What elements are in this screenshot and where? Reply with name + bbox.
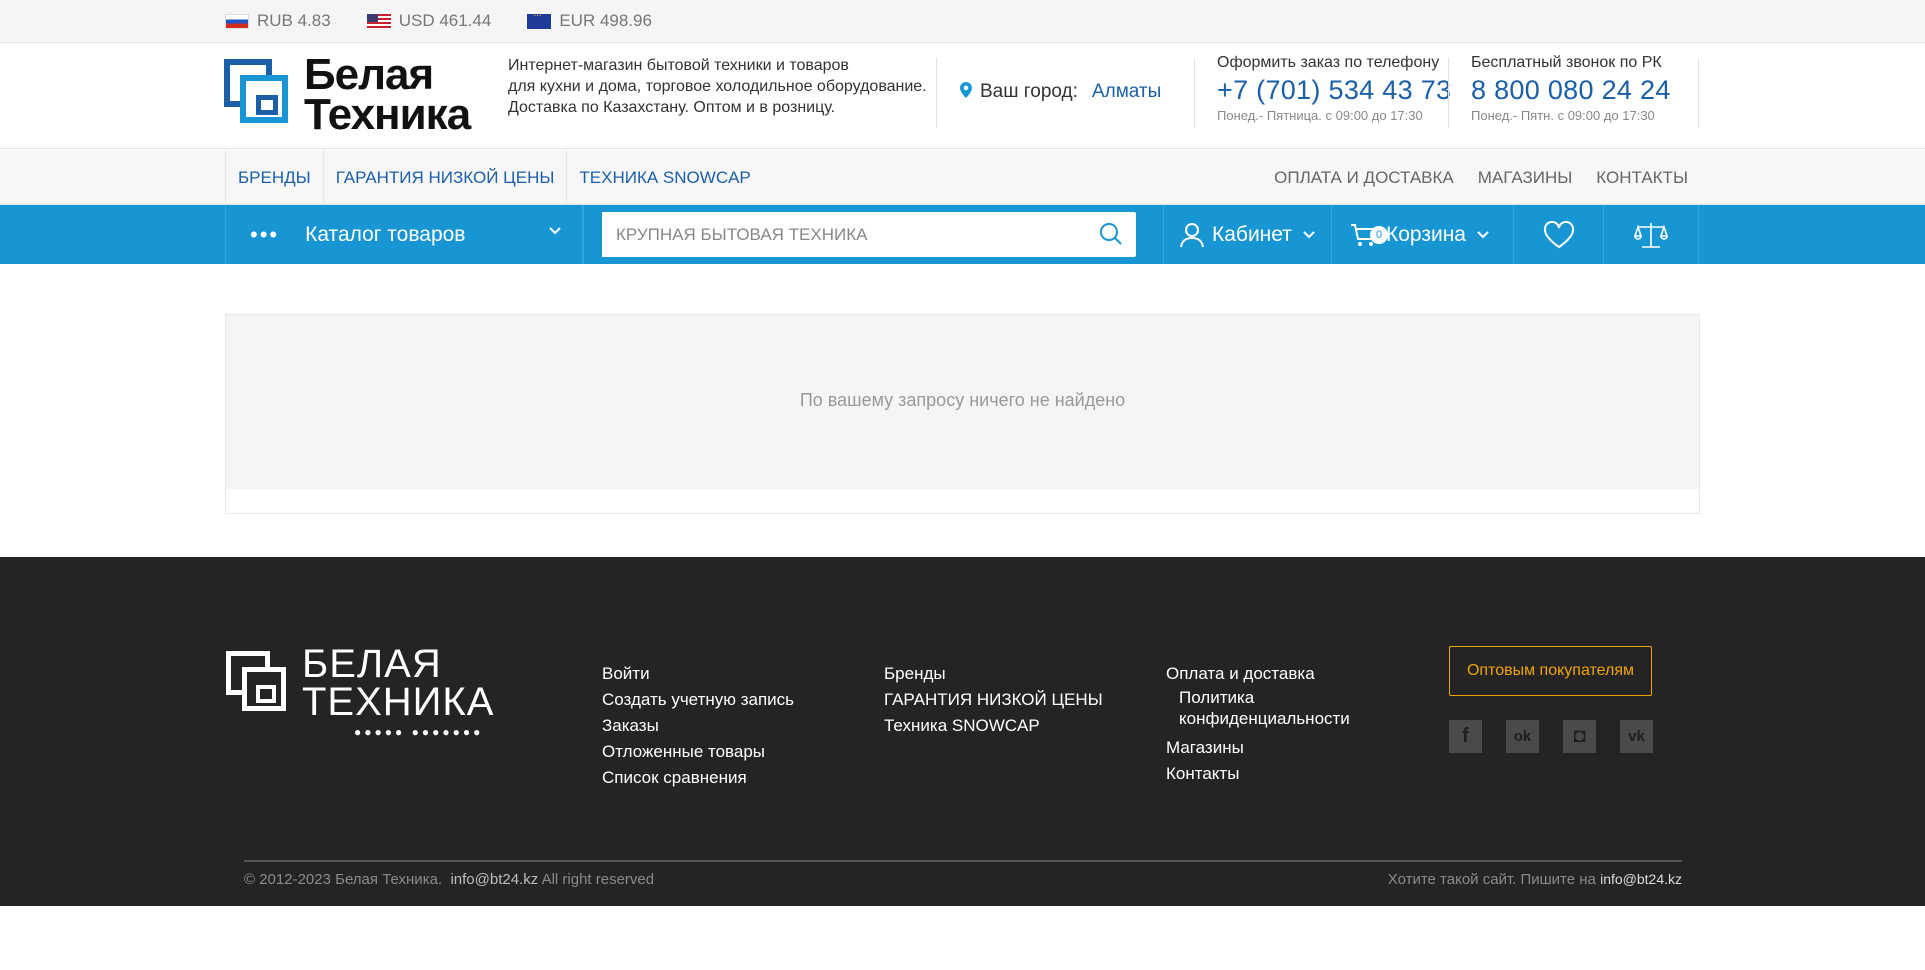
- nav-low-price-guarantee[interactable]: Гарантия низкой цены: [322, 150, 567, 205]
- site-footer: БЕЛАЯ ТЕХНИКА ●●●●● ●●●●●●● Войти Создат…: [0, 557, 1925, 906]
- wholesale-buyers-button[interactable]: Оптовым покупателям: [1449, 646, 1652, 696]
- location-pin-icon: [960, 81, 972, 103]
- developer-credit: Хотите такой сайт. Пишите на info@bt24.k…: [1387, 871, 1682, 888]
- chevron-down-icon: [1476, 228, 1490, 242]
- divider: [1698, 205, 1699, 264]
- russia-flag-icon: [225, 13, 249, 29]
- user-icon: [1180, 222, 1204, 248]
- social-links: f ok ◘ vk: [1449, 720, 1653, 753]
- cabinet-button[interactable]: Кабинет: [1180, 205, 1316, 264]
- divider: [1513, 205, 1514, 264]
- nav-contacts[interactable]: Контакты: [1584, 150, 1700, 205]
- logo-line-2: Техника: [304, 90, 471, 139]
- divider: [583, 205, 584, 264]
- nav-stores[interactable]: Магазины: [1466, 150, 1585, 205]
- scales-icon: [1634, 221, 1668, 249]
- free-phone-number[interactable]: 8 800 080 24 24: [1471, 75, 1671, 106]
- order-phone-label: Оформить заказ по телефону: [1217, 54, 1440, 71]
- facebook-icon[interactable]: f: [1449, 720, 1482, 753]
- instagram-icon[interactable]: ◘: [1563, 720, 1596, 753]
- page: RUB 4.83 USD 461.44 EUR 498.96 Белая Тех…: [0, 0, 1925, 970]
- favorites-button[interactable]: [1543, 205, 1575, 264]
- copyright-email[interactable]: info@bt24.kz: [450, 871, 538, 888]
- order-phone-hours: Понед.- Пятница. с 09:00 до 17:30: [1217, 108, 1423, 123]
- footer-divider: [244, 860, 1682, 862]
- site-logo[interactable]: Белая Техника: [224, 50, 476, 139]
- free-phone-label: Бесплатный звонок по РК: [1471, 54, 1662, 71]
- search-input[interactable]: [602, 212, 1072, 257]
- divider: [1603, 205, 1604, 264]
- footer-wishlist[interactable]: Отложенные товары: [602, 739, 794, 765]
- dots-menu-icon: •••: [250, 221, 280, 247]
- search-icon[interactable]: [1098, 221, 1124, 247]
- footer-payment-delivery[interactable]: Оплата и доставка: [1166, 661, 1350, 687]
- footer-catalog-links: Бренды ГАРАНТИЯ НИЗКОЙ ЦЕНЫ Техника SNOW…: [884, 661, 1103, 739]
- footer-login[interactable]: Войти: [602, 661, 794, 687]
- free-phone-hours: Понед.- Пятн. с 09:00 до 17:30: [1471, 108, 1655, 123]
- toolbar: ••• Каталог товаров Кабинет: [0, 205, 1925, 264]
- divider: [936, 58, 937, 128]
- footer-contacts[interactable]: Контакты: [1166, 761, 1350, 787]
- copyright: © 2012-2023 Белая Техника. info@bt24.kz …: [244, 871, 655, 888]
- cart-label: Корзина: [1386, 222, 1466, 246]
- cart-button[interactable]: 0 Корзина: [1350, 205, 1490, 264]
- nav-snowcap[interactable]: Техника SNOWCAP: [566, 150, 762, 205]
- divider: [1448, 58, 1449, 128]
- footer-register[interactable]: Создать учетную запись: [602, 687, 794, 713]
- search-box: [602, 212, 1136, 257]
- chevron-down-icon: [1302, 228, 1316, 242]
- divider: [1194, 58, 1195, 128]
- currency-eur: EUR 498.96: [527, 10, 652, 31]
- credit-email[interactable]: info@bt24.kz: [1600, 871, 1682, 887]
- cabinet-label: Кабинет: [1212, 222, 1292, 246]
- divider: [1163, 205, 1164, 264]
- free-phone-block: Бесплатный звонок по РК 8 800 080 24 24 …: [1471, 54, 1671, 123]
- footer-privacy-policy[interactable]: Политика конфиденциальности: [1166, 687, 1350, 729]
- usa-flag-icon: [366, 13, 391, 29]
- footer-compare-list[interactable]: Список сравнения: [602, 765, 794, 791]
- footer-account-links: Войти Создать учетную запись Заказы Отло…: [602, 661, 794, 791]
- eu-flag-icon: [527, 10, 552, 29]
- catalog-label: Каталог товаров: [305, 222, 466, 246]
- footer-info-links: Оплата и доставка Политика конфиденциаль…: [1166, 661, 1350, 787]
- main-nav: Бренды Гарантия низкой цены Техника SNOW…: [0, 150, 1925, 205]
- currency-rub: RUB 4.83: [225, 11, 331, 31]
- footer-logo[interactable]: БЕЛАЯ ТЕХНИКА ●●●●● ●●●●●●●: [226, 644, 506, 739]
- odnoklassniki-icon[interactable]: ok: [1506, 720, 1539, 753]
- footer-stores[interactable]: Магазины: [1166, 735, 1350, 761]
- nav-payment-delivery[interactable]: Оплата и доставка: [1262, 150, 1466, 205]
- footer-orders[interactable]: Заказы: [602, 713, 794, 739]
- heart-icon: [1543, 220, 1575, 249]
- currency-bar: RUB 4.83 USD 461.44 EUR 498.96: [0, 0, 1925, 43]
- site-tagline: Интернет-магазин бытовой техники и товар…: [508, 57, 927, 116]
- vk-icon[interactable]: vk: [1620, 720, 1653, 753]
- catalog-menu-button[interactable]: ••• Каталог товаров: [225, 205, 583, 264]
- empty-results-message: По вашему запросу ничего не найдено: [799, 390, 1126, 410]
- search-results: По вашему запросу ничего не найдено: [225, 314, 1700, 514]
- city-label: Ваш город:: [980, 81, 1078, 102]
- logo-mark-icon: [224, 59, 296, 131]
- logo-line-1: Белая: [304, 50, 434, 99]
- compare-button[interactable]: [1634, 205, 1668, 264]
- currency-usd: USD 461.44: [366, 11, 491, 31]
- city-selector[interactable]: Ваш город: Алматы: [960, 81, 1161, 103]
- order-phone-number[interactable]: +7 (701) 534 43 73: [1217, 75, 1451, 106]
- footer-low-price[interactable]: ГАРАНТИЯ НИЗКОЙ ЦЕНЫ: [884, 687, 1103, 713]
- order-phone-block: Оформить заказ по телефону +7 (701) 534 …: [1217, 54, 1451, 123]
- nav-brands[interactable]: Бренды: [225, 150, 323, 205]
- cart-icon: 0: [1350, 222, 1388, 248]
- footer-brands[interactable]: Бренды: [884, 661, 1103, 687]
- city-value[interactable]: Алматы: [1092, 81, 1161, 103]
- divider: [1698, 58, 1699, 128]
- chevron-down-icon: [548, 222, 562, 243]
- site-header: Белая Техника Интернет-магазин бытовой т…: [0, 43, 1925, 149]
- footer-snowcap[interactable]: Техника SNOWCAP: [884, 713, 1103, 739]
- divider: [1331, 205, 1332, 264]
- cart-count-badge: 0: [1370, 225, 1388, 244]
